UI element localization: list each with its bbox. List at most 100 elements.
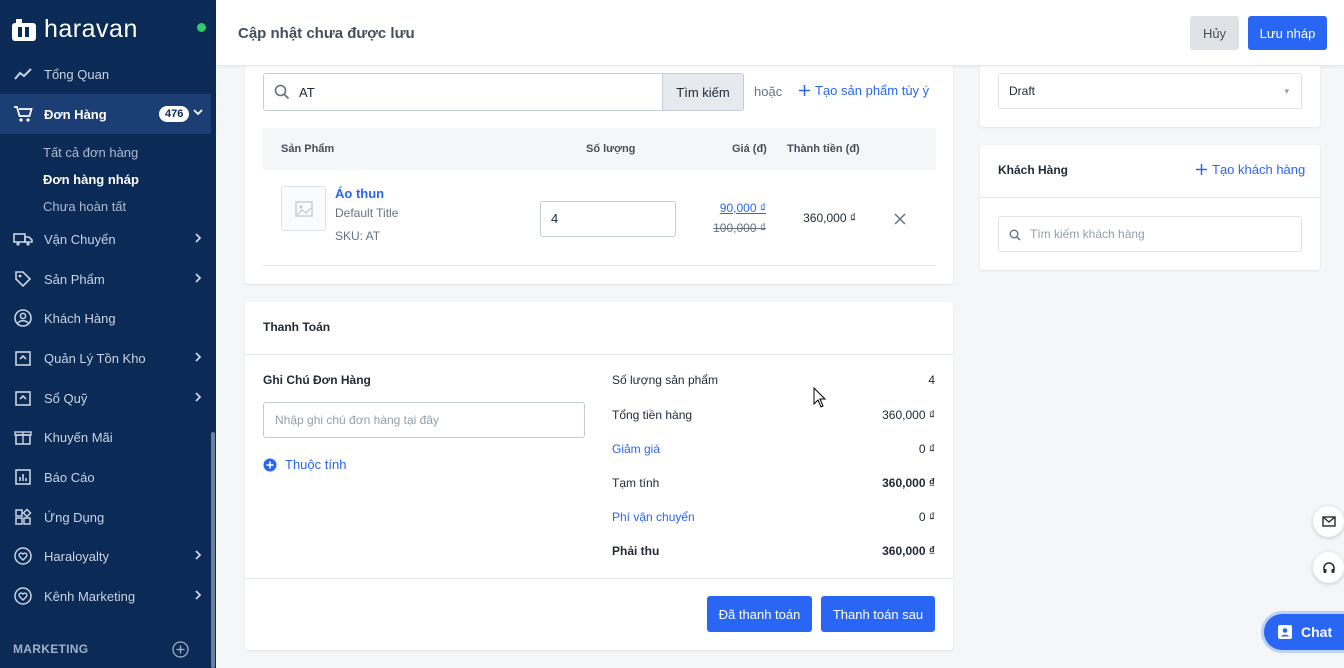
summary-value-discount: 0 ₫: [918, 442, 935, 456]
search-button[interactable]: Tìm kiếm: [662, 73, 744, 111]
chart-line-icon: [13, 64, 33, 84]
add-circle-icon[interactable]: [172, 641, 189, 661]
create-customer-link[interactable]: Tạo khách hàng: [1195, 162, 1305, 177]
payment-footer-divider: [245, 578, 953, 579]
remove-product-icon[interactable]: [893, 212, 907, 229]
customer-title: Khách Hàng: [998, 163, 1069, 177]
cashbook-icon: [13, 388, 33, 408]
product-search-value: AT: [299, 85, 315, 100]
chevron-right-icon: [192, 232, 204, 247]
create-customer-label: Tạo khách hàng: [1212, 162, 1306, 177]
heart-icon: [13, 586, 33, 606]
sidebar-item-marketing-channels[interactable]: Kênh Marketing: [0, 577, 212, 615]
mark-paid-button[interactable]: Đã thanh toán: [707, 596, 812, 632]
create-product-label: Tạo sản phẩm tùy ý: [815, 83, 930, 98]
save-draft-button[interactable]: Lưu nháp: [1248, 16, 1327, 50]
chevron-right-icon: [192, 391, 204, 406]
haravan-logo-icon: [12, 19, 36, 41]
search-icon: [1009, 229, 1021, 244]
sidebar-item-apps[interactable]: Ứng Dụng: [0, 498, 212, 536]
products-table-header: Sản Phẩm Số lượng Giá (đ) Thành tiền (đ): [263, 128, 936, 170]
sidebar-item-promotions[interactable]: Khuyến Mãi: [0, 418, 212, 456]
mail-icon: [1321, 516, 1336, 527]
chevron-right-icon: [192, 272, 204, 287]
customer-search-placeholder: Tìm kiếm khách hàng: [1030, 227, 1145, 241]
summary-value-subtotal-goods: 360,000 ₫: [882, 408, 935, 422]
product-sku: SKU: AT: [335, 229, 381, 243]
customer-search-input[interactable]: Tìm kiếm khách hàng: [998, 216, 1302, 252]
column-quantity: Số lượng: [586, 143, 636, 155]
payment-title: Thanh Toán: [263, 320, 331, 334]
sub-item-all-orders[interactable]: Tất cả đơn hàng: [43, 145, 138, 160]
chevron-right-icon: [192, 589, 204, 604]
create-custom-product-link[interactable]: Tạo sản phẩm tùy ý: [798, 83, 929, 98]
chat-contact-icon: [1278, 625, 1292, 639]
online-status-dot: [197, 23, 206, 32]
sidebar-scrollbar[interactable]: [211, 56, 216, 668]
plus-icon: [1196, 164, 1207, 175]
attributes-label: Thuộc tính: [285, 457, 347, 472]
chat-button[interactable]: Chat: [1264, 614, 1344, 650]
sidebar-item-cashbook[interactable]: Sổ Quỹ: [0, 379, 212, 417]
column-line-total: Thành tiền (đ): [787, 143, 860, 155]
summary-label-quantity: Số lượng sản phẩm: [612, 373, 718, 387]
sidebar-item-customers[interactable]: Khách Hàng: [0, 299, 212, 337]
order-status-select[interactable]: Draft ▾: [998, 73, 1302, 109]
sub-item-draft-orders[interactable]: Đơn hàng nháp: [43, 172, 139, 187]
summary-label-total-due: Phải thu: [612, 544, 660, 558]
payment-header-divider: [245, 354, 953, 355]
sidebar-item-inventory[interactable]: Quản Lý Tồn Kho: [0, 339, 212, 377]
chevron-right-icon: [192, 351, 204, 366]
sidebar-item-label: Quản Lý Tồn Kho: [44, 350, 146, 366]
gift-icon: [13, 427, 33, 447]
product-price-link[interactable]: 90,000 ₫: [720, 201, 766, 215]
heart-icon: [13, 546, 33, 566]
summary-value-quantity: 4: [928, 373, 935, 387]
sidebar-item-shipping[interactable]: Vận Chuyển: [0, 220, 212, 258]
page-title: Cập nhật chưa được lưu: [238, 25, 415, 42]
support-button[interactable]: [1313, 552, 1344, 583]
topbar: Cập nhật chưa được lưu Hủy Lưu nháp: [216, 0, 1344, 66]
truck-icon: [13, 229, 33, 249]
order-note-input[interactable]: Nhập ghi chú đơn hàng tại đây: [263, 402, 585, 438]
add-circle-icon: [263, 458, 277, 471]
product-line-total: 360,000 ₫: [803, 211, 856, 225]
cancel-button[interactable]: Hủy: [1190, 16, 1239, 50]
apps-icon: [13, 507, 33, 527]
mail-button[interactable]: [1313, 506, 1344, 537]
sub-item-incomplete[interactable]: Chưa hoàn tất: [43, 199, 126, 214]
search-icon: [274, 84, 290, 103]
sidebar-item-orders[interactable]: Đơn Hàng 476: [0, 94, 212, 134]
table-row-divider: [263, 265, 936, 266]
sidebar-item-products[interactable]: Sản Phẩm: [0, 260, 212, 298]
summary-value-provisional: 360,000 ₫: [882, 476, 935, 490]
sidebar-item-reports[interactable]: Báo Cáo: [0, 458, 212, 496]
cart-icon: [13, 104, 33, 124]
quantity-input[interactable]: 4: [540, 201, 676, 237]
marketing-section-title: MARKETING: [13, 642, 89, 656]
sidebar-item-overview[interactable]: Tổng Quan: [0, 55, 212, 93]
shipping-fee-link[interactable]: Phí vận chuyển: [612, 510, 695, 524]
plus-icon: [799, 85, 810, 96]
attributes-link[interactable]: Thuộc tính: [263, 457, 346, 472]
product-variant: Default Title: [335, 206, 399, 220]
order-status-value: Draft: [1009, 84, 1036, 98]
sidebar-item-haraloyalty[interactable]: Haraloyalty: [0, 537, 212, 575]
mouse-cursor-icon: [813, 386, 827, 411]
report-icon: [13, 467, 33, 487]
order-note-label: Ghi Chú Đơn Hàng: [263, 373, 371, 387]
product-name-link[interactable]: Áo thun: [335, 186, 384, 201]
customer-header-divider: [980, 197, 1320, 198]
headset-icon: [1322, 561, 1335, 573]
discount-link[interactable]: Giảm giá: [612, 442, 660, 456]
sidebar-item-label: Sổ Quỹ: [44, 390, 88, 406]
sidebar-item-label: Sản Phẩm: [44, 271, 105, 287]
sidebar-item-label: Vận Chuyển: [44, 231, 116, 247]
sidebar-item-label: Kênh Marketing: [44, 588, 136, 604]
orders-count-badge: 476: [159, 106, 190, 122]
pay-later-button[interactable]: Thanh toán sau: [821, 596, 935, 632]
logo[interactable]: haravan: [0, 0, 216, 58]
sidebar-item-label: Tổng Quan: [44, 66, 110, 82]
user-circle-icon: [13, 308, 33, 328]
column-product: Sản Phẩm: [281, 143, 335, 155]
